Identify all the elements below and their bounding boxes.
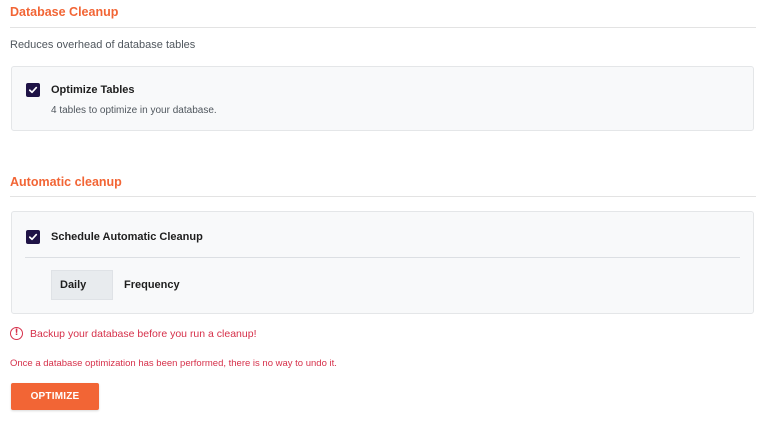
optimize-tables-panel: Optimize Tables 4 tables to optimize in … (11, 66, 754, 131)
database-cleanup-title: Database Cleanup (10, 5, 119, 19)
backup-warning-text: Backup your database before you run a cl… (30, 327, 257, 340)
checkmark-icon (28, 233, 38, 241)
exclamation-circle-icon: ! (10, 327, 23, 340)
frequency-select[interactable]: Daily (51, 270, 113, 300)
optimize-button[interactable]: OPTIMIZE (11, 383, 99, 410)
section-divider (10, 196, 756, 197)
backup-warning: ! Backup your database before you run a … (10, 327, 257, 340)
optimize-tables-checkbox[interactable] (26, 83, 40, 97)
automatic-cleanup-title: Automatic cleanup (10, 175, 122, 189)
optimize-tables-label: Optimize Tables (51, 84, 135, 96)
database-cleanup-description: Reduces overhead of database tables (10, 39, 196, 51)
frequency-selected-value: Daily (60, 279, 87, 291)
frequency-label: Frequency (124, 279, 180, 291)
automatic-cleanup-panel: Schedule Automatic Cleanup Daily Frequen… (11, 211, 754, 314)
schedule-cleanup-checkbox[interactable] (26, 230, 40, 244)
optimize-tables-description: 4 tables to optimize in your database. (51, 105, 217, 116)
undo-warning-text: Once a database optimization has been pe… (10, 358, 337, 369)
schedule-cleanup-label: Schedule Automatic Cleanup (51, 231, 203, 243)
checkmark-icon (28, 86, 38, 94)
section-divider (10, 27, 756, 28)
panel-divider (25, 257, 740, 258)
